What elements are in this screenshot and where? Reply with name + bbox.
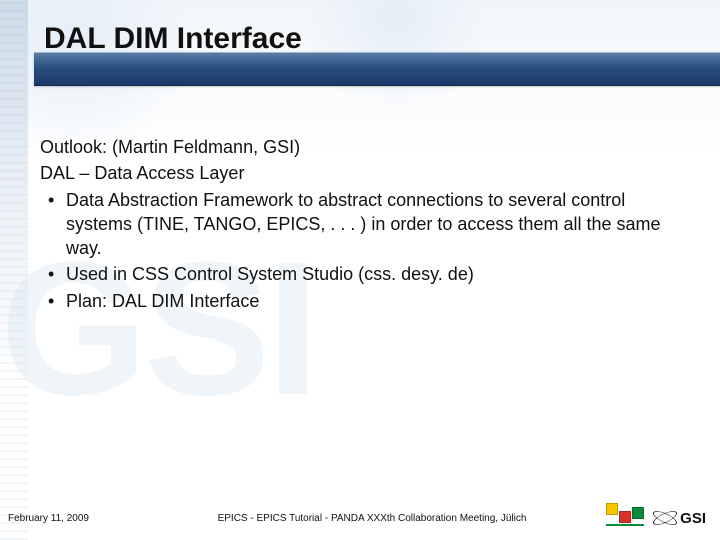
- body-line-outlook: Outlook: (Martin Feldmann, GSI): [40, 135, 690, 159]
- bullet-item: Plan: DAL DIM Interface: [40, 289, 690, 313]
- bullet-item: Data Abstraction Framework to abstract c…: [40, 188, 690, 261]
- slide: GSI DAL DIM Interface Outlook: (Martin F…: [0, 0, 720, 540]
- gsi-logo: GSI: [652, 508, 706, 528]
- slide-title: DAL DIM Interface: [44, 22, 302, 56]
- panda-logo-icon: [606, 511, 644, 526]
- gsi-logo-text: GSI: [680, 510, 706, 527]
- footer-event: EPICS - EPICS Tutorial - PANDA XXXth Col…: [178, 513, 576, 524]
- title-bar: [34, 52, 720, 86]
- slide-body: Outlook: (Martin Feldmann, GSI) DAL – Da…: [40, 135, 690, 315]
- side-strip-decoration: [0, 0, 28, 540]
- gsi-orbit-icon: [652, 508, 678, 528]
- footer: February 11, 2009 EPICS - EPICS Tutorial…: [0, 508, 720, 528]
- footer-logos: GSI: [576, 508, 706, 528]
- bullet-item: Used in CSS Control System Studio (css. …: [40, 262, 690, 286]
- body-line-dal: DAL – Data Access Layer: [40, 161, 690, 185]
- bullet-list: Data Abstraction Framework to abstract c…: [40, 188, 690, 313]
- footer-date: February 11, 2009: [8, 513, 178, 524]
